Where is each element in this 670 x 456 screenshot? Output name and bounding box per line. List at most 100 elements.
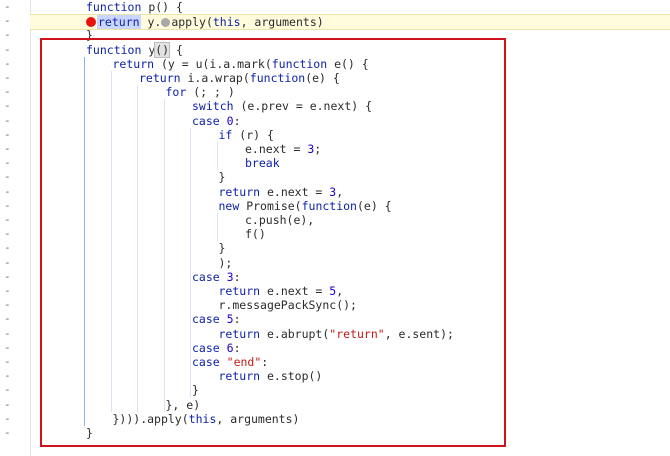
code-line-text: } bbox=[86, 28, 93, 42]
code-line-text: c.push(e), bbox=[245, 213, 314, 227]
code-line: switch (e.prev = e.next) { bbox=[36, 99, 670, 113]
code-token: p() { bbox=[141, 0, 183, 14]
code-line: case 0: bbox=[36, 114, 670, 128]
code-line-text: } bbox=[86, 426, 93, 440]
code-token: apply( bbox=[171, 15, 213, 30]
code-line-text: r.messagePackSync(); bbox=[219, 298, 357, 312]
code-token: (; ; ) bbox=[186, 85, 235, 100]
indent-guide bbox=[84, 56, 85, 426]
code-line-text: f() bbox=[245, 227, 266, 241]
code-line: ); bbox=[36, 256, 670, 270]
indent-guide bbox=[216, 213, 218, 242]
code-line: } bbox=[36, 170, 670, 184]
code-token: : bbox=[233, 269, 241, 284]
code-token: i.a.wrap( bbox=[180, 71, 250, 85]
code-token: e.next = bbox=[260, 184, 330, 199]
code-line: } bbox=[36, 426, 670, 440]
code-line: c.push(e), bbox=[36, 213, 670, 227]
code-token: this bbox=[188, 411, 217, 426]
code-token: }))).apply( bbox=[112, 411, 189, 426]
code-line-text: return (y = u(i.a.mark(function e() { bbox=[113, 57, 369, 71]
code-line-text: } bbox=[192, 383, 199, 397]
code-line-text: } bbox=[219, 170, 226, 184]
code-token: case bbox=[192, 340, 220, 355]
code-line: f() bbox=[36, 227, 670, 241]
code-line: case "end": bbox=[36, 355, 670, 369]
code-editor[interactable]: function p() {return y. apply(this, argum… bbox=[0, 0, 670, 456]
code-token: e() { bbox=[327, 56, 369, 71]
code-line-text: case "end": bbox=[192, 355, 268, 369]
code-token: , arguments) bbox=[216, 411, 300, 426]
code-token: } bbox=[86, 426, 93, 440]
code-line: return i.a.wrap(function(e) { bbox=[36, 71, 670, 85]
code-token: break bbox=[245, 156, 280, 171]
code-line: case 5: bbox=[36, 312, 670, 326]
code-token: y bbox=[141, 42, 156, 57]
inline-step-marker-icon[interactable] bbox=[161, 18, 171, 28]
code-token: , bbox=[336, 284, 344, 298]
code-line-text: case 6: bbox=[192, 341, 241, 355]
code-token: , arguments) bbox=[240, 15, 324, 30]
code-token: c.push(e), bbox=[245, 213, 315, 227]
code-line-text: return e.next = 3, bbox=[219, 185, 344, 199]
code-line: return e.abrupt("return", e.sent); bbox=[36, 327, 670, 341]
code-token: for bbox=[165, 85, 187, 100]
code-token: (e.prev = e.next) { bbox=[233, 99, 373, 114]
code-line: function p() { bbox=[36, 0, 670, 14]
code-token: Promise( bbox=[239, 198, 302, 213]
code-token: } bbox=[192, 383, 199, 398]
code-line-text: e.next = 3; bbox=[245, 142, 321, 156]
code-token: case bbox=[192, 113, 220, 128]
code-token: ; bbox=[314, 142, 322, 156]
code-token: : bbox=[233, 340, 241, 355]
code-token: function bbox=[249, 71, 306, 85]
code-token: { bbox=[169, 42, 183, 57]
code-token: return bbox=[218, 369, 261, 384]
code-line-text: return e.stop() bbox=[219, 369, 323, 383]
code-token: function bbox=[301, 198, 357, 213]
code-token: return bbox=[218, 326, 261, 341]
code-token: function bbox=[86, 42, 142, 57]
code-token: case bbox=[192, 269, 220, 284]
code-token: 5 bbox=[226, 312, 234, 327]
code-line: new Promise(function(e) { bbox=[36, 199, 670, 213]
code-line: function y() { bbox=[36, 41, 670, 58]
code-token: "end" bbox=[226, 355, 262, 369]
code-token: } bbox=[218, 241, 226, 256]
code-token: ); bbox=[218, 255, 233, 270]
code-token: , e.sent); bbox=[384, 326, 454, 341]
code-line: } bbox=[36, 28, 670, 42]
code-line: case 6: bbox=[36, 341, 670, 355]
code-token: (e) { bbox=[356, 198, 392, 213]
code-token: "return" bbox=[329, 326, 385, 341]
indent-guide bbox=[163, 99, 165, 412]
code-line: for (; ; ) bbox=[36, 85, 670, 99]
code-token: this bbox=[212, 15, 241, 30]
code-line-text: return e.next = 5, bbox=[219, 284, 344, 298]
code-line: return e.stop() bbox=[36, 369, 670, 383]
code-line-text: ); bbox=[219, 256, 233, 270]
code-token: return bbox=[218, 284, 261, 298]
code-token: } bbox=[86, 28, 93, 43]
code-line-text: return i.a.wrap(function(e) { bbox=[139, 71, 340, 85]
code-token: }, e) bbox=[165, 397, 201, 412]
code-line-text: for (; ; ) bbox=[166, 85, 235, 99]
code-line: return e.next = 5, bbox=[36, 284, 670, 298]
code-token: return bbox=[139, 71, 181, 85]
code-line-text: } bbox=[219, 241, 226, 255]
code-token: (y = u(i.a.mark( bbox=[154, 56, 272, 71]
code-token: } bbox=[218, 170, 226, 185]
code-line-text: return e.abrupt("return", e.sent); bbox=[219, 327, 454, 341]
indent-guide bbox=[190, 127, 191, 398]
code-token: () bbox=[154, 41, 171, 58]
code-line-text: if (r) { bbox=[219, 128, 274, 142]
indent-guide bbox=[137, 85, 138, 412]
code-line: }, e) bbox=[36, 398, 670, 412]
breakpoint-icon[interactable] bbox=[86, 17, 96, 28]
code-token: 0 bbox=[226, 113, 234, 128]
indent-guide bbox=[216, 142, 218, 171]
